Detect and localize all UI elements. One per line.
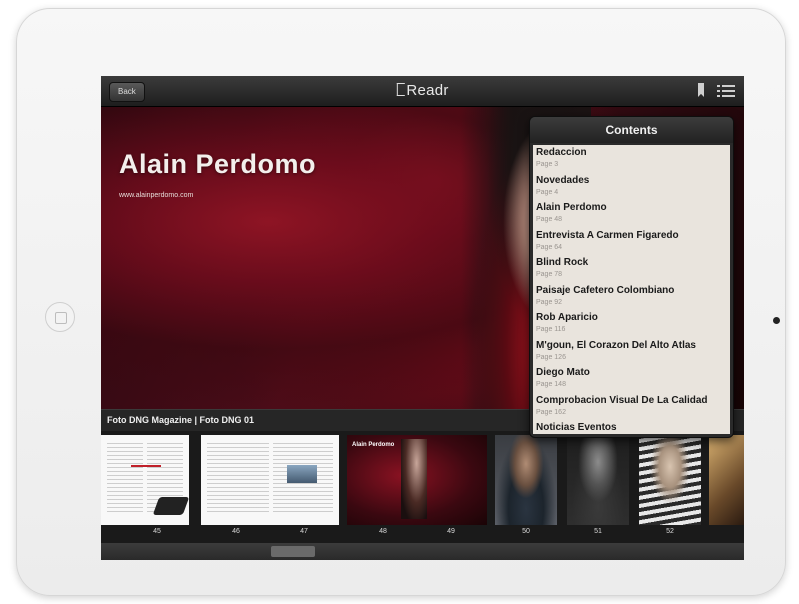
product-image [152, 497, 189, 515]
contents-item-page: Page 126 [536, 353, 566, 361]
contents-item-page: Page 92 [536, 298, 563, 306]
thumbnail-label: 52 [666, 528, 674, 535]
cover-url: www.alainperdomo.com [119, 192, 194, 199]
contents-item[interactable]: Entrevista A Carmen Figaredo Page 64 [536, 228, 727, 256]
column-divider [269, 443, 273, 515]
contents-item-title: Novedades [536, 174, 590, 186]
reader-screen: Back Readr Alain Perdomo www.alainperdom… [101, 76, 744, 560]
contents-item-title: Entrevista A Carmen Figaredo [536, 229, 679, 241]
contents-item-title: Paisaje Cafetero Colombiano [536, 284, 675, 296]
contents-item[interactable]: Diego Mato Page 148 [536, 365, 727, 393]
contents-header: Contents [530, 117, 733, 143]
app-name: Readr [406, 82, 449, 99]
contents-item[interactable]: Noticias Eventos [536, 420, 727, 434]
page-scrubber[interactable] [101, 543, 744, 560]
red-rule [131, 465, 161, 467]
contents-item-title: M'goun, El Corazon Del Alto Atlas [536, 339, 696, 351]
contents-item-page: Page 4 [536, 188, 559, 196]
thumbnail-label: 46 [232, 528, 240, 535]
logo-mark-icon [396, 83, 405, 96]
thumbnail-page[interactable] [101, 435, 189, 525]
thumbnail-page[interactable] [639, 435, 701, 525]
column-divider [143, 443, 147, 515]
contents-item[interactable]: Comprobacion Visual De La Calidad Page 16… [536, 393, 727, 421]
bookmark-icon[interactable] [698, 83, 704, 97]
contents-item[interactable]: Blind Rock Page 78 [536, 255, 727, 283]
thumbnail-portrait [401, 439, 427, 519]
contents-item[interactable]: Paisaje Cafetero Colombiano Page 92 [536, 283, 727, 311]
thumbnail-page[interactable] [495, 435, 557, 525]
contents-item-title: Comprobacion Visual De La Calidad [536, 394, 708, 406]
contents-item-title: Blind Rock [536, 257, 589, 268]
thumbnail-page[interactable] [709, 435, 744, 525]
contents-item-page: Page 3 [536, 161, 559, 168]
thumbnail-spread-current[interactable]: Alain Perdomo [347, 435, 487, 525]
contents-popover: Contents Redaccion Page 3 Novedades Page 4 A… [529, 116, 734, 438]
contents-item[interactable]: M'goun, El Corazon Del Alto Atlas Page 12… [536, 338, 727, 366]
contents-item-page: Page 148 [536, 381, 566, 388]
contents-item-page: Page 64 [536, 243, 563, 251]
contents-item-title: Noticias Eventos [536, 422, 617, 433]
contents-item-title: Redaccion [536, 147, 587, 158]
thumbnail-label: 47 [300, 528, 308, 535]
thumbnail-label: 45 [153, 528, 161, 535]
thumbnail-label: 49 [447, 528, 455, 535]
photo-image [287, 465, 317, 483]
contents-item[interactable]: Redaccion Page 3 [536, 145, 727, 173]
contents-item-title: Alain Perdomo [536, 202, 607, 213]
back-button[interactable]: Back [109, 82, 145, 102]
contents-item[interactable]: Alain Perdomo Page 48 [536, 200, 727, 228]
thumbnail-label: 48 [379, 528, 387, 535]
front-camera [773, 317, 780, 324]
app-logo: Readr [396, 81, 448, 101]
thumbnail-label: 51 [594, 528, 602, 535]
contents-item-page: Page 162 [536, 408, 566, 416]
home-button[interactable] [45, 302, 75, 332]
thumbnail-page[interactable] [567, 435, 629, 525]
contents-item-page: Page 78 [536, 271, 563, 278]
contents-item-title: Diego Mato [536, 367, 590, 378]
contents-list[interactable]: Redaccion Page 3 Novedades Page 4 Alain Perd… [533, 145, 730, 434]
thumbnail-label: 50 [522, 528, 530, 535]
scrubber-handle[interactable] [271, 546, 315, 557]
magazine-caption: Foto DNG Magazine | Foto DNG 01 [107, 415, 255, 425]
contents-item-page: Page 48 [536, 216, 563, 223]
list-icon[interactable] [717, 84, 735, 98]
contents-item-title: Rob Aparicio [536, 312, 598, 323]
cover-title: Alain Perdomo [119, 149, 317, 179]
thumbnail-spread[interactable] [201, 435, 339, 525]
tablet-device: Back Readr Alain Perdomo www.alainperdom… [16, 8, 786, 596]
thumbnail-cover-title: Alain Perdomo [352, 442, 395, 448]
contents-item-page: Page 116 [536, 326, 566, 333]
top-toolbar: Back Readr [101, 76, 744, 107]
contents-item[interactable]: Novedades Page 4 [536, 173, 727, 201]
contents-item[interactable]: Rob Aparicio Page 116 [536, 310, 727, 338]
thumbnail-strip: Alain Perdomo 45 46 47 48 49 50 51 52 [101, 431, 744, 543]
